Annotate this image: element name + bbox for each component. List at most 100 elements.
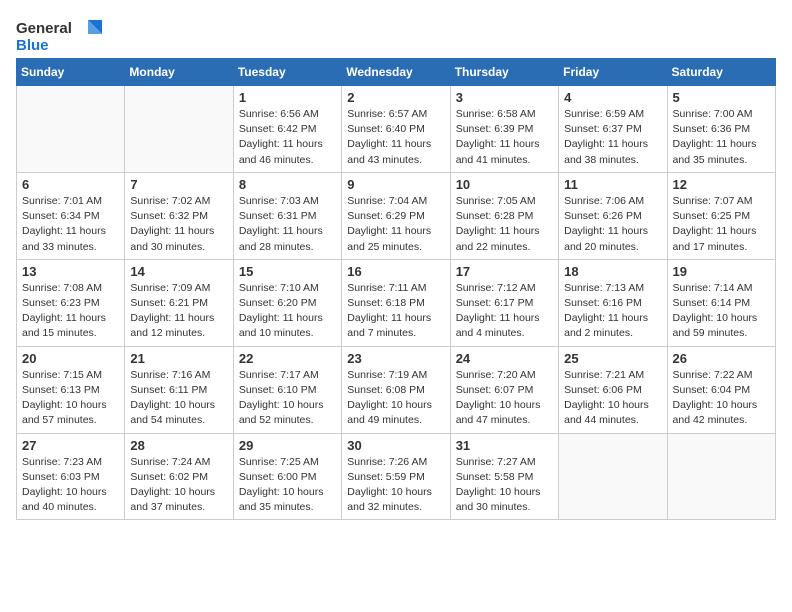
day-info: Sunrise: 7:15 AM Sunset: 6:13 PM Dayligh… [22, 368, 119, 429]
day-number: 14 [130, 264, 227, 279]
calendar-cell: 27 Sunrise: 7:23 AM Sunset: 6:03 PM Dayli… [17, 433, 125, 520]
day-number: 30 [347, 438, 444, 453]
day-info: Sunrise: 6:56 AM Sunset: 6:42 PM Dayligh… [239, 107, 336, 168]
day-number: 16 [347, 264, 444, 279]
svg-text:General: General [16, 20, 72, 37]
calendar-cell: 5 Sunrise: 7:00 AM Sunset: 6:36 PM Daylig… [667, 86, 775, 173]
day-number: 26 [673, 351, 770, 366]
day-number: 31 [456, 438, 553, 453]
day-info: Sunrise: 7:16 AM Sunset: 6:11 PM Dayligh… [130, 368, 227, 429]
calendar-cell: 20 Sunrise: 7:15 AM Sunset: 6:13 PM Dayli… [17, 346, 125, 433]
day-number: 17 [456, 264, 553, 279]
day-info: Sunrise: 7:05 AM Sunset: 6:28 PM Dayligh… [456, 194, 553, 255]
calendar-cell: 22 Sunrise: 7:17 AM Sunset: 6:10 PM Dayli… [233, 346, 341, 433]
week-row-1: 6 Sunrise: 7:01 AM Sunset: 6:34 PM Daylig… [17, 172, 776, 259]
day-info: Sunrise: 7:27 AM Sunset: 5:58 PM Dayligh… [456, 455, 553, 516]
day-info: Sunrise: 7:08 AM Sunset: 6:23 PM Dayligh… [22, 281, 119, 342]
day-number: 13 [22, 264, 119, 279]
day-info: Sunrise: 7:22 AM Sunset: 6:04 PM Dayligh… [673, 368, 770, 429]
calendar-cell: 19Sunrise: 7:14 AM Sunset: 6:14 PM Dayli… [667, 259, 775, 346]
logo: General Blue [16, 16, 106, 54]
calendar-table: SundayMondayTuesdayWednesdayThursdayFrid… [16, 58, 776, 520]
day-info: Sunrise: 7:04 AM Sunset: 6:29 PM Dayligh… [347, 194, 444, 255]
day-number: 21 [130, 351, 227, 366]
day-info: Sunrise: 7:03 AM Sunset: 6:31 PM Dayligh… [239, 194, 336, 255]
calendar-cell: 21 Sunrise: 7:16 AM Sunset: 6:11 PM Dayli… [125, 346, 233, 433]
day-info: Sunrise: 7:14 AM Sunset: 6:14 PM Dayligh… [673, 281, 770, 342]
weekday-header-row: SundayMondayTuesdayWednesdayThursdayFrid… [17, 59, 776, 86]
day-info: Sunrise: 6:58 AM Sunset: 6:39 PM Dayligh… [456, 107, 553, 168]
calendar-cell: 16 Sunrise: 7:11 AM Sunset: 6:18 PM Dayli… [342, 259, 450, 346]
page-header: General Blue [16, 16, 776, 54]
logo-svg: General Blue [16, 16, 106, 54]
week-row-2: 13 Sunrise: 7:08 AM Sunset: 6:23 PM Dayli… [17, 259, 776, 346]
calendar-cell: 4 Sunrise: 6:59 AM Sunset: 6:37 PM Daylig… [559, 86, 667, 173]
calendar-cell: 26 Sunrise: 7:22 AM Sunset: 6:04 PM Dayli… [667, 346, 775, 433]
day-number: 22 [239, 351, 336, 366]
calendar-cell: 12Sunrise: 7:07 AM Sunset: 6:25 PM Dayli… [667, 172, 775, 259]
calendar-cell: 10Sunrise: 7:05 AM Sunset: 6:28 PM Dayli… [450, 172, 558, 259]
day-info: Sunrise: 7:02 AM Sunset: 6:32 PM Dayligh… [130, 194, 227, 255]
day-info: Sunrise: 7:10 AM Sunset: 6:20 PM Dayligh… [239, 281, 336, 342]
day-number: 8 [239, 177, 336, 192]
day-info: Sunrise: 7:21 AM Sunset: 6:06 PM Dayligh… [564, 368, 661, 429]
calendar-cell: 23 Sunrise: 7:19 AM Sunset: 6:08 PM Dayli… [342, 346, 450, 433]
day-info: Sunrise: 7:11 AM Sunset: 6:18 PM Dayligh… [347, 281, 444, 342]
day-info: Sunrise: 7:00 AM Sunset: 6:36 PM Dayligh… [673, 107, 770, 168]
calendar-cell: 14Sunrise: 7:09 AM Sunset: 6:21 PM Dayli… [125, 259, 233, 346]
calendar-cell: 15Sunrise: 7:10 AM Sunset: 6:20 PM Dayli… [233, 259, 341, 346]
calendar-cell: 8 Sunrise: 7:03 AM Sunset: 6:31 PM Daylig… [233, 172, 341, 259]
day-info: Sunrise: 7:25 AM Sunset: 6:00 PM Dayligh… [239, 455, 336, 516]
day-info: Sunrise: 6:59 AM Sunset: 6:37 PM Dayligh… [564, 107, 661, 168]
svg-text:Blue: Blue [16, 37, 49, 54]
weekday-header-monday: Monday [125, 59, 233, 86]
day-number: 18 [564, 264, 661, 279]
day-number: 23 [347, 351, 444, 366]
calendar-cell: 25 Sunrise: 7:21 AM Sunset: 6:06 PM Dayli… [559, 346, 667, 433]
week-row-0: 1Sunrise: 6:56 AM Sunset: 6:42 PM Daylig… [17, 86, 776, 173]
day-info: Sunrise: 7:23 AM Sunset: 6:03 PM Dayligh… [22, 455, 119, 516]
day-number: 29 [239, 438, 336, 453]
calendar-cell [17, 86, 125, 173]
day-number: 11 [564, 177, 661, 192]
day-info: Sunrise: 7:26 AM Sunset: 5:59 PM Dayligh… [347, 455, 444, 516]
week-row-3: 20 Sunrise: 7:15 AM Sunset: 6:13 PM Dayli… [17, 346, 776, 433]
calendar-cell: 11Sunrise: 7:06 AM Sunset: 6:26 PM Dayli… [559, 172, 667, 259]
day-number: 9 [347, 177, 444, 192]
calendar-cell: 31 Sunrise: 7:27 AM Sunset: 5:58 PM Dayli… [450, 433, 558, 520]
day-info: Sunrise: 7:17 AM Sunset: 6:10 PM Dayligh… [239, 368, 336, 429]
calendar-cell: 17 Sunrise: 7:12 AM Sunset: 6:17 PM Dayli… [450, 259, 558, 346]
day-number: 4 [564, 90, 661, 105]
weekday-header-sunday: Sunday [17, 59, 125, 86]
day-info: Sunrise: 7:12 AM Sunset: 6:17 PM Dayligh… [456, 281, 553, 342]
day-number: 2 [347, 90, 444, 105]
calendar-cell: 2 Sunrise: 6:57 AM Sunset: 6:40 PM Daylig… [342, 86, 450, 173]
week-row-4: 27 Sunrise: 7:23 AM Sunset: 6:03 PM Dayli… [17, 433, 776, 520]
weekday-header-thursday: Thursday [450, 59, 558, 86]
calendar-cell [559, 433, 667, 520]
weekday-header-wednesday: Wednesday [342, 59, 450, 86]
day-number: 6 [22, 177, 119, 192]
day-number: 25 [564, 351, 661, 366]
day-number: 20 [22, 351, 119, 366]
calendar-cell: 24 Sunrise: 7:20 AM Sunset: 6:07 PM Dayli… [450, 346, 558, 433]
calendar-cell: 7 Sunrise: 7:02 AM Sunset: 6:32 PM Daylig… [125, 172, 233, 259]
day-number: 28 [130, 438, 227, 453]
calendar-cell [667, 433, 775, 520]
day-info: Sunrise: 7:20 AM Sunset: 6:07 PM Dayligh… [456, 368, 553, 429]
calendar-cell: 28Sunrise: 7:24 AM Sunset: 6:02 PM Dayli… [125, 433, 233, 520]
calendar-cell: 6 Sunrise: 7:01 AM Sunset: 6:34 PM Daylig… [17, 172, 125, 259]
day-number: 27 [22, 438, 119, 453]
day-info: Sunrise: 7:19 AM Sunset: 6:08 PM Dayligh… [347, 368, 444, 429]
calendar-cell: 3Sunrise: 6:58 AM Sunset: 6:39 PM Daylig… [450, 86, 558, 173]
day-number: 7 [130, 177, 227, 192]
weekday-header-saturday: Saturday [667, 59, 775, 86]
day-number: 5 [673, 90, 770, 105]
weekday-header-friday: Friday [559, 59, 667, 86]
day-number: 12 [673, 177, 770, 192]
calendar-cell: 13 Sunrise: 7:08 AM Sunset: 6:23 PM Dayli… [17, 259, 125, 346]
weekday-header-tuesday: Tuesday [233, 59, 341, 86]
day-info: Sunrise: 7:01 AM Sunset: 6:34 PM Dayligh… [22, 194, 119, 255]
day-number: 24 [456, 351, 553, 366]
day-info: Sunrise: 6:57 AM Sunset: 6:40 PM Dayligh… [347, 107, 444, 168]
